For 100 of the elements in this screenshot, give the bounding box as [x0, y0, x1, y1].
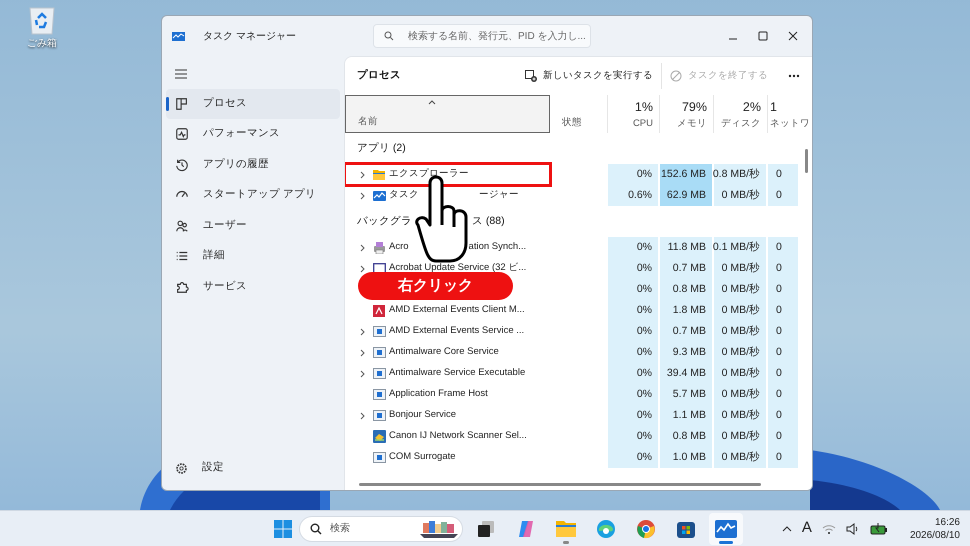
window-icon	[373, 368, 386, 379]
speaker-icon[interactable]	[846, 522, 860, 534]
close-icon[interactable]	[788, 31, 798, 41]
process-name-cell[interactable]: Bonjour Service	[345, 405, 550, 426]
folder-icon	[373, 169, 385, 180]
table-cell: 0	[768, 384, 798, 405]
column-header[interactable]: 名前	[345, 95, 550, 133]
sidebar-item[interactable]: アプリの履歴	[166, 150, 340, 180]
printer-icon	[373, 241, 386, 254]
recycle-bin-icon[interactable]	[28, 6, 56, 36]
sidebar-item[interactable]: サービス	[166, 272, 340, 302]
column-header[interactable]: 1 ネットワ	[768, 95, 812, 133]
process-name-cell[interactable]: AMD External Events Client M...	[345, 300, 550, 321]
table-cell: 0%	[608, 342, 660, 363]
process-name: Antimalware Service Executable	[389, 366, 526, 380]
process-name-cell[interactable]: Acro ation Synch...	[345, 237, 550, 258]
table-cell: 0%	[608, 447, 660, 468]
search-input[interactable]: 検索	[330, 521, 400, 536]
process-name-cell[interactable]: AMD External Events Service ...	[345, 321, 550, 342]
process-name-cell[interactable]: Canon IJ Network Scanner Sel...	[345, 426, 550, 447]
scanner-icon	[373, 430, 386, 443]
chevron-right-icon[interactable]	[360, 412, 365, 420]
column-header[interactable]: 状態	[550, 95, 608, 133]
search-field[interactable]: 検索する名前、発行元、PID を入力し...	[373, 24, 591, 48]
table-cell: 0%	[608, 384, 660, 405]
sidebar-item[interactable]: ユーザー	[166, 211, 340, 240]
table-cell: 0 MB/秒	[714, 342, 768, 363]
table-cell: 0	[768, 426, 798, 447]
chevron-right-icon[interactable]	[360, 192, 365, 200]
window-title: タスク マネージャー	[203, 30, 297, 44]
process-name-cell[interactable]: Application Frame Host	[345, 384, 550, 405]
table-cell: 0	[768, 237, 798, 258]
toolbar-button[interactable]: 新しいタスクを実行する	[517, 63, 661, 89]
window-icon	[373, 347, 386, 358]
table-cell: 0.7 MB	[660, 321, 714, 342]
table-cell: 5.7 MB	[660, 384, 714, 405]
column-header[interactable]: 2% ディスク	[714, 95, 768, 133]
table-cell: 0.8 MB	[660, 279, 714, 300]
table-cell: 0%	[608, 279, 660, 300]
browser-wave-icon	[596, 518, 616, 538]
table-cell: 0 MB/秒	[714, 300, 768, 321]
taskbar-search-field[interactable]: 検索	[299, 516, 463, 542]
sidebar-item[interactable]: 詳細	[166, 242, 340, 271]
sidebar-item[interactable]: パフォーマンス	[166, 120, 340, 149]
table-cell: 0	[768, 164, 798, 185]
table-cell: 39.4 MB	[660, 363, 714, 384]
window-icon	[373, 452, 386, 463]
chevron-right-icon[interactable]	[360, 170, 365, 178]
chevron-right-icon[interactable]	[360, 370, 365, 378]
new-task-icon	[525, 70, 537, 82]
chevron-right-icon[interactable]	[360, 244, 365, 252]
table-cell: 0	[768, 321, 798, 342]
chart-icon	[175, 127, 189, 142]
process-name: Bonjour Service	[389, 408, 456, 422]
chevron-right-icon[interactable]	[360, 328, 365, 336]
sidebar-item[interactable]: プロセス	[166, 89, 340, 118]
table-cell: 0	[768, 342, 798, 363]
sidebar-item[interactable]: スタートアップ アプリ	[166, 180, 340, 210]
chevron-up-icon[interactable]	[782, 526, 792, 532]
battery-charging-icon[interactable]	[870, 522, 888, 534]
table-cell: 0%	[608, 426, 660, 447]
table-cell: 0%	[608, 300, 660, 321]
table-cell: 0	[768, 300, 798, 321]
more-icon[interactable]	[788, 74, 800, 78]
column-header[interactable]: 1% CPU	[608, 95, 660, 133]
table-cell: 0 MB/秒	[714, 321, 768, 342]
chevron-right-icon[interactable]	[360, 264, 365, 272]
settings-icon	[175, 462, 188, 474]
table-cell: 1.1 MB	[660, 405, 714, 426]
table-cell: 0 MB/秒	[714, 279, 768, 300]
process-name-cell[interactable]: Antimalware Service Executable	[345, 363, 550, 384]
clock-date[interactable]: 2026/08/10	[910, 528, 960, 542]
clock-time[interactable]: 16:26	[934, 516, 960, 528]
table-cell: 0.6%	[608, 185, 660, 206]
process-name-cell[interactable]: エクスプローラー	[345, 164, 550, 185]
table-cell: 0.8 MB	[660, 426, 714, 447]
folder-icon	[555, 518, 577, 538]
column-header[interactable]: 79% メモリ	[660, 95, 714, 133]
menu-icon[interactable]	[175, 69, 187, 79]
input-method-indicator[interactable]: A	[802, 517, 812, 540]
maximize-icon[interactable]	[758, 31, 768, 41]
table-cell: 0.7 MB	[660, 258, 714, 279]
start-icon[interactable]	[273, 518, 293, 538]
process-name-cell[interactable]: COM Surrogate	[345, 447, 550, 468]
town-illustration-icon	[420, 518, 458, 538]
prohibited-icon	[670, 70, 682, 82]
process-name-cell[interactable]: Antimalware Core Service	[345, 342, 550, 363]
vertical-scrollbar-thumb[interactable]	[805, 149, 808, 173]
copilot-icon	[516, 518, 536, 538]
chevron-right-icon[interactable]	[360, 348, 365, 356]
process-name-cell[interactable]: タスク ージャー	[345, 185, 550, 206]
sort-caret-icon	[428, 100, 436, 105]
right-click-label: 右クリック	[358, 272, 513, 300]
monitor-chart-icon	[715, 520, 737, 538]
table-cell: 0 MB/秒	[714, 363, 768, 384]
settings-item[interactable]: 設定	[166, 456, 340, 480]
page-title: プロセス	[357, 68, 401, 84]
horizontal-scrollbar-thumb[interactable]	[359, 483, 761, 486]
group-heading: アプリ (2)	[357, 140, 406, 156]
table-cell: 1.0 MB	[660, 447, 714, 468]
